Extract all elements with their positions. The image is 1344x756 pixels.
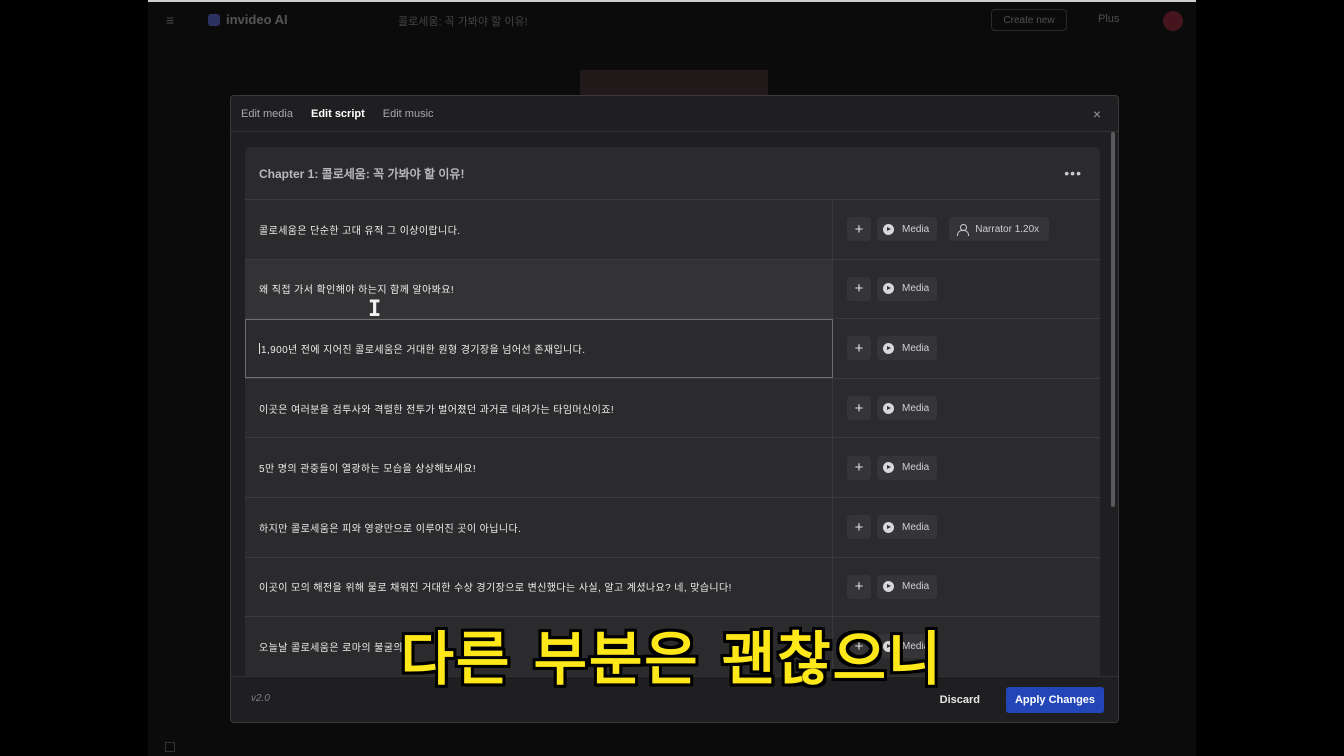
media-label: Media	[902, 342, 930, 354]
row-actions: + Media	[833, 260, 1100, 319]
media-label: Media	[902, 640, 930, 652]
script-line-text[interactable]: 왜 직접 가서 확인해야 하는지 함께 알아봐요!	[245, 259, 833, 319]
logo-icon	[208, 13, 220, 26]
row-actions: + Media Narrator 1.20x	[833, 200, 1100, 259]
chapter-card: Chapter 1: 콜로세움: 꼭 가봐야 할 이유! ••• 콜로세움은 단…	[245, 147, 1100, 677]
add-line-button[interactable]: +	[847, 336, 871, 361]
media-label: Media	[902, 521, 930, 533]
close-icon[interactable]: ×	[1090, 107, 1104, 121]
narrator-button[interactable]: Narrator 1.20x	[949, 217, 1050, 242]
chapter-title: Chapter 1: 콜로세움: 꼭 가봐야 할 이유!	[259, 166, 465, 181]
script-row: 왜 직접 가서 확인해야 하는지 함께 알아봐요! + Media	[245, 259, 1100, 320]
add-line-button[interactable]: +	[847, 396, 871, 421]
avatar[interactable]	[1163, 11, 1183, 31]
script-row: 오늘날 콜로세움은 로마의 불굴의 + Media	[245, 617, 1100, 677]
add-line-button[interactable]: +	[847, 574, 871, 599]
scrollbar-thumb[interactable]	[1111, 132, 1115, 507]
logo-text: invideo AI	[226, 12, 288, 27]
media-button[interactable]: Media	[877, 276, 938, 301]
modal-footer: v2.0 Discard Apply Changes	[231, 676, 1118, 722]
apply-changes-button[interactable]: Apply Changes	[1006, 687, 1104, 713]
row-actions: + Media	[833, 498, 1100, 557]
media-button[interactable]: Media	[877, 455, 938, 480]
edit-modal: Edit media Edit script Edit music × Chap…	[230, 95, 1119, 723]
media-button[interactable]: Media	[877, 396, 938, 421]
media-button[interactable]: Media	[877, 634, 938, 659]
version-label: v2.0	[251, 693, 270, 704]
add-line-button[interactable]: +	[847, 515, 871, 540]
discard-button[interactable]: Discard	[930, 688, 990, 712]
row-actions: + Media	[833, 379, 1100, 438]
media-label: Media	[902, 283, 930, 295]
media-button[interactable]: Media	[877, 217, 938, 242]
more-options-icon[interactable]: •••	[1064, 165, 1082, 181]
script-row: 하지만 콜로세움은 피와 영광만으로 이루어진 곳이 아닙니다. + Media	[245, 497, 1100, 558]
script-line-text[interactable]: 콜로세움은 단순한 고대 유적 그 이상이랍니다.	[245, 200, 833, 259]
play-icon	[883, 342, 894, 354]
tab-edit-script[interactable]: Edit script	[311, 108, 365, 120]
play-icon	[883, 462, 894, 474]
add-line-button[interactable]: +	[847, 217, 871, 242]
play-icon	[883, 223, 894, 235]
play-icon	[883, 402, 894, 414]
person-icon	[957, 223, 970, 236]
app-header: ≡ invideo AI 콜로세움: 꼭 가봐야 할 이유! Create ne…	[148, 2, 1196, 40]
script-line-text[interactable]: 5만 명의 관중들이 열광하는 모습을 상상해보세요!	[245, 438, 833, 497]
script-line-text[interactable]: 이곳이 모의 해전을 위해 물로 채워진 거대한 수상 경기장으로 변신했다는 …	[245, 557, 833, 617]
script-row: 5만 명의 관중들이 열광하는 모습을 상상해보세요! + Media	[245, 438, 1100, 498]
script-line-text[interactable]: 이곳은 여러분을 검투사와 격렬한 전투가 벌어졌던 과거로 데려가는 타임머신…	[245, 378, 833, 438]
play-icon	[883, 640, 894, 652]
media-button[interactable]: Media	[877, 515, 938, 540]
text-caret	[259, 342, 260, 354]
script-line-text[interactable]: 오늘날 콜로세움은 로마의 불굴의	[245, 617, 833, 676]
media-label: Media	[902, 402, 930, 414]
narrator-label: Narrator 1.20x	[975, 223, 1040, 235]
add-line-button[interactable]: +	[847, 634, 871, 659]
modal-tabs: Edit media Edit script Edit music ×	[231, 96, 1118, 132]
create-new-button[interactable]: Create new	[991, 9, 1067, 31]
tab-edit-media[interactable]: Edit media	[241, 108, 293, 120]
add-line-button[interactable]: +	[847, 455, 871, 480]
row-actions: + Media	[833, 617, 1100, 676]
row-actions: + Media	[833, 438, 1100, 497]
play-icon	[883, 581, 894, 593]
corner-icon	[165, 742, 175, 752]
media-button[interactable]: Media	[877, 574, 938, 599]
video-thumbnail	[580, 70, 768, 98]
script-row: 이곳이 모의 해전을 위해 물로 채워진 거대한 수상 경기장으로 변신했다는 …	[245, 557, 1100, 618]
script-row: 1,900년 전에 지어진 콜로세움은 거대한 원형 경기장을 넘어선 존재입니…	[245, 319, 1100, 379]
media-button[interactable]: Media	[877, 336, 938, 361]
play-icon	[883, 521, 894, 533]
hamburger-menu-icon[interactable]: ≡	[166, 13, 180, 27]
row-actions: + Media	[833, 319, 1100, 378]
project-title: 콜로세움: 꼭 가봐야 할 이유!	[398, 16, 528, 28]
script-line-text: 1,900년 전에 지어진 콜로세움은 거대한 원형 경기장을 넘어선 존재입니…	[261, 344, 586, 356]
media-label: Media	[902, 462, 930, 474]
scrollbar[interactable]	[1111, 132, 1117, 677]
plan-badge[interactable]: Plus	[1098, 13, 1119, 25]
script-line-text[interactable]: 하지만 콜로세움은 피와 영광만으로 이루어진 곳이 아닙니다.	[245, 497, 833, 557]
media-label: Media	[902, 581, 930, 593]
add-line-button[interactable]: +	[847, 276, 871, 301]
tab-edit-music[interactable]: Edit music	[383, 108, 434, 120]
media-label: Media	[902, 223, 930, 235]
script-line-editor[interactable]: 1,900년 전에 지어진 콜로세움은 거대한 원형 경기장을 넘어선 존재입니…	[245, 319, 833, 378]
chapter-header: Chapter 1: 콜로세움: 꼭 가봐야 할 이유! •••	[245, 147, 1100, 200]
row-actions: + Media	[833, 558, 1100, 617]
app-logo: invideo AI	[208, 12, 288, 27]
script-scroll-area[interactable]: Chapter 1: 콜로세움: 꼭 가봐야 할 이유! ••• 콜로세움은 단…	[245, 147, 1100, 677]
play-icon	[883, 283, 894, 295]
script-row: 이곳은 여러분을 검투사와 격렬한 전투가 벌어졌던 과거로 데려가는 타임머신…	[245, 378, 1100, 439]
script-row: 콜로세움은 단순한 고대 유적 그 이상이랍니다. + Media Narrat…	[245, 200, 1100, 260]
